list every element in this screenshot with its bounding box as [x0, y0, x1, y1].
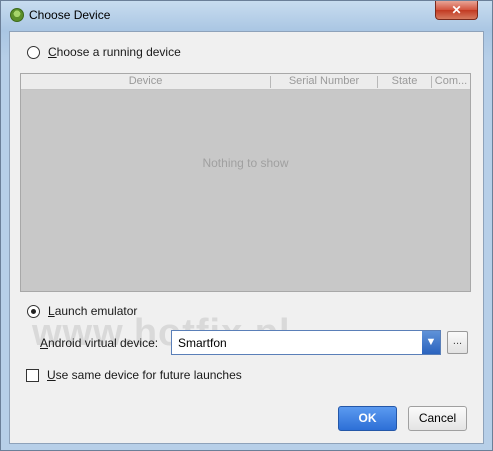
column-header-device[interactable]: Device [21, 75, 270, 87]
choose-device-dialog: Choose Device ✕ Choose a running device … [0, 0, 493, 451]
cancel-button[interactable]: Cancel [408, 406, 467, 431]
table-header: Device Serial Number State Com... [21, 74, 470, 90]
ok-button[interactable]: OK [338, 406, 397, 431]
column-header-compatible[interactable]: Com... [432, 75, 470, 87]
use-same-device-checkbox[interactable] [26, 369, 39, 382]
empty-table-message: Nothing to show [202, 156, 289, 170]
window-title: Choose Device [29, 8, 111, 22]
title-bar[interactable]: Choose Device ✕ [1, 1, 492, 29]
close-icon: ✕ [451, 3, 462, 17]
column-header-state[interactable]: State [378, 75, 431, 87]
dropdown-arrow-icon[interactable]: ▼ [422, 331, 440, 354]
android-studio-icon [10, 8, 24, 22]
use-same-device-label[interactable]: Use same device for future launches [47, 368, 242, 382]
android-virtual-device-select[interactable]: Smartfon ▼ [171, 330, 441, 355]
close-button[interactable]: ✕ [435, 1, 478, 20]
choose-running-device-radio[interactable] [27, 46, 40, 59]
choose-running-device-label[interactable]: Choose a running device [48, 45, 181, 59]
column-header-serial-number[interactable]: Serial Number [271, 75, 377, 87]
android-virtual-device-label: Android virtual device: [40, 336, 159, 350]
running-devices-table[interactable]: Device Serial Number State Com... Nothin… [20, 73, 471, 292]
selected-avd-value: Smartfon [178, 336, 227, 350]
browse-avd-button[interactable]: ... [447, 331, 468, 354]
dialog-body: Choose a running device Device Serial Nu… [9, 31, 484, 444]
